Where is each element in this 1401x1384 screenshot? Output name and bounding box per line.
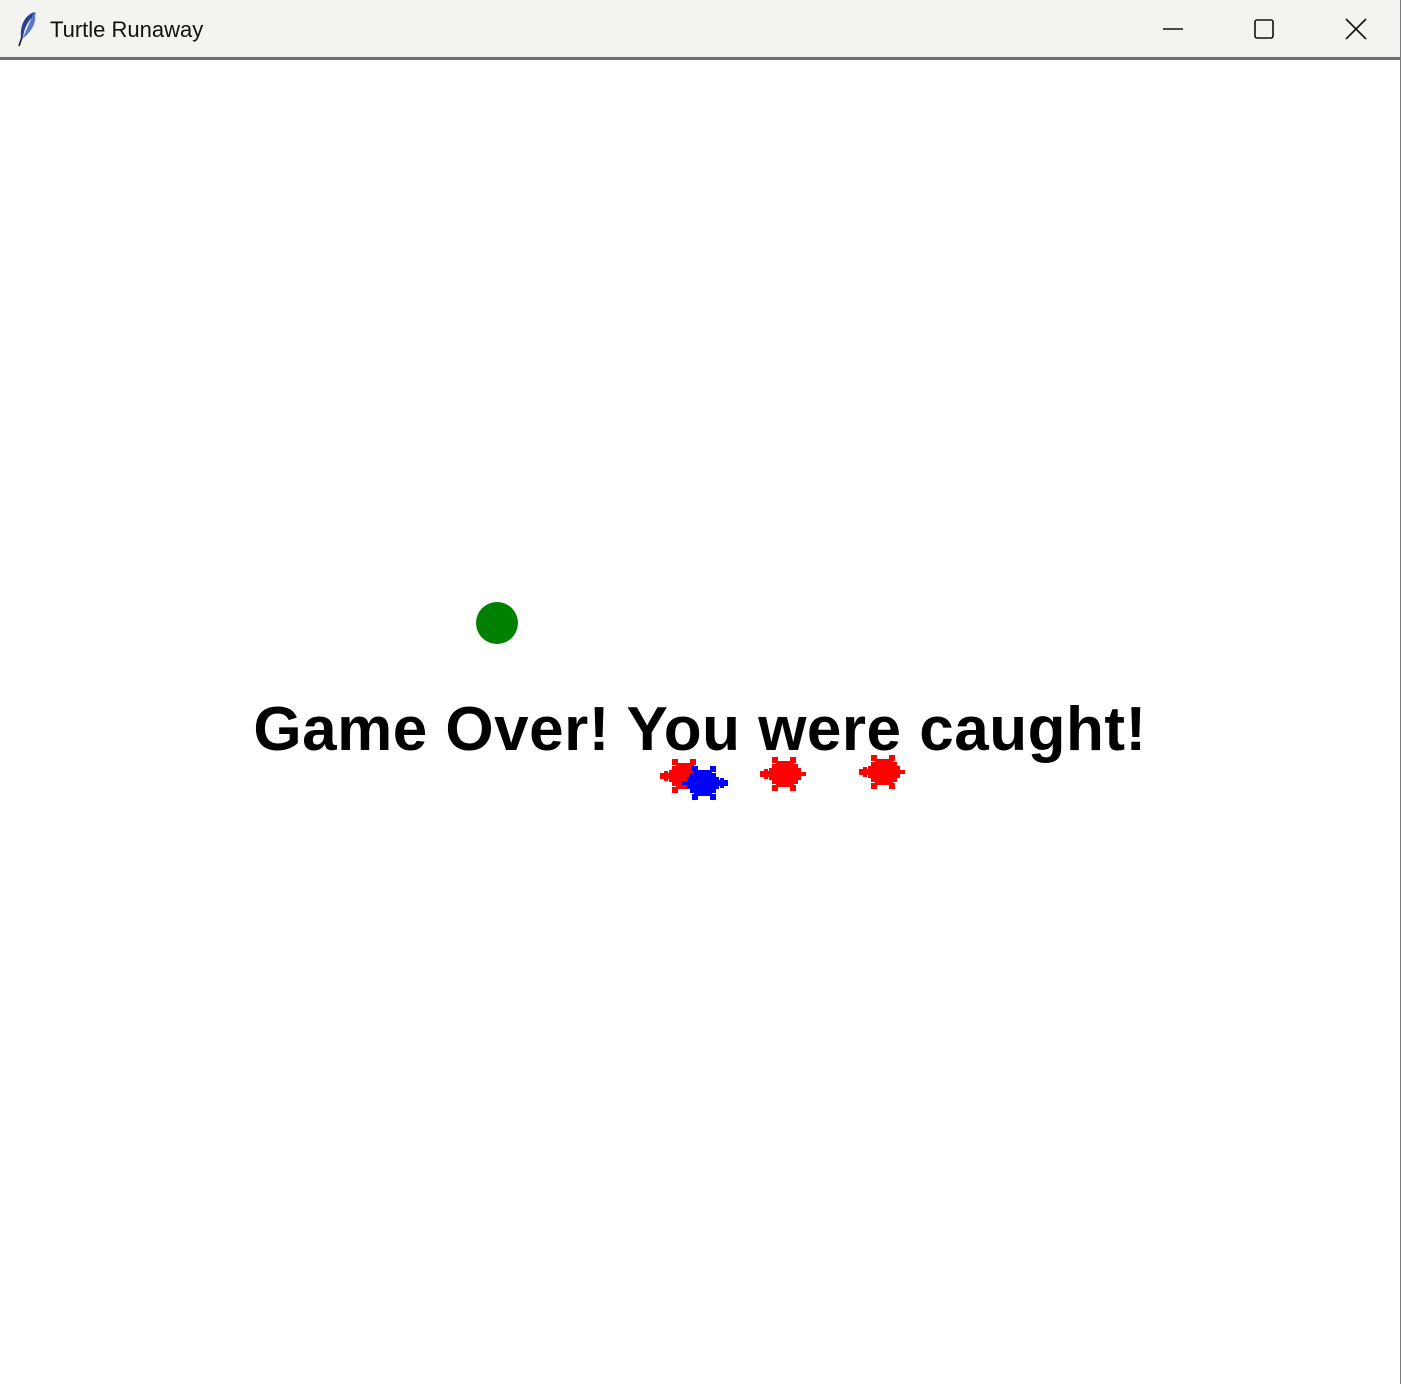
- close-button[interactable]: [1310, 0, 1401, 57]
- maximize-icon: [1254, 18, 1274, 39]
- window-title: Turtle Runaway: [50, 17, 204, 42]
- target-dot: [476, 602, 518, 644]
- close-icon: [1345, 17, 1367, 40]
- feather-icon: [18, 12, 36, 47]
- title-bar[interactable]: Turtle Runaway: [0, 0, 1400, 60]
- minimize-button[interactable]: [1127, 0, 1219, 57]
- app-window: Turtle Runaway Game Over! You were caugh…: [0, 0, 1401, 1384]
- maximize-button[interactable]: [1218, 0, 1310, 57]
- minimize-icon: [1163, 27, 1183, 30]
- game-over-message: Game Over! You were caught!: [253, 695, 1147, 764]
- game-canvas[interactable]: Game Over! You were caught!: [0, 63, 1400, 1384]
